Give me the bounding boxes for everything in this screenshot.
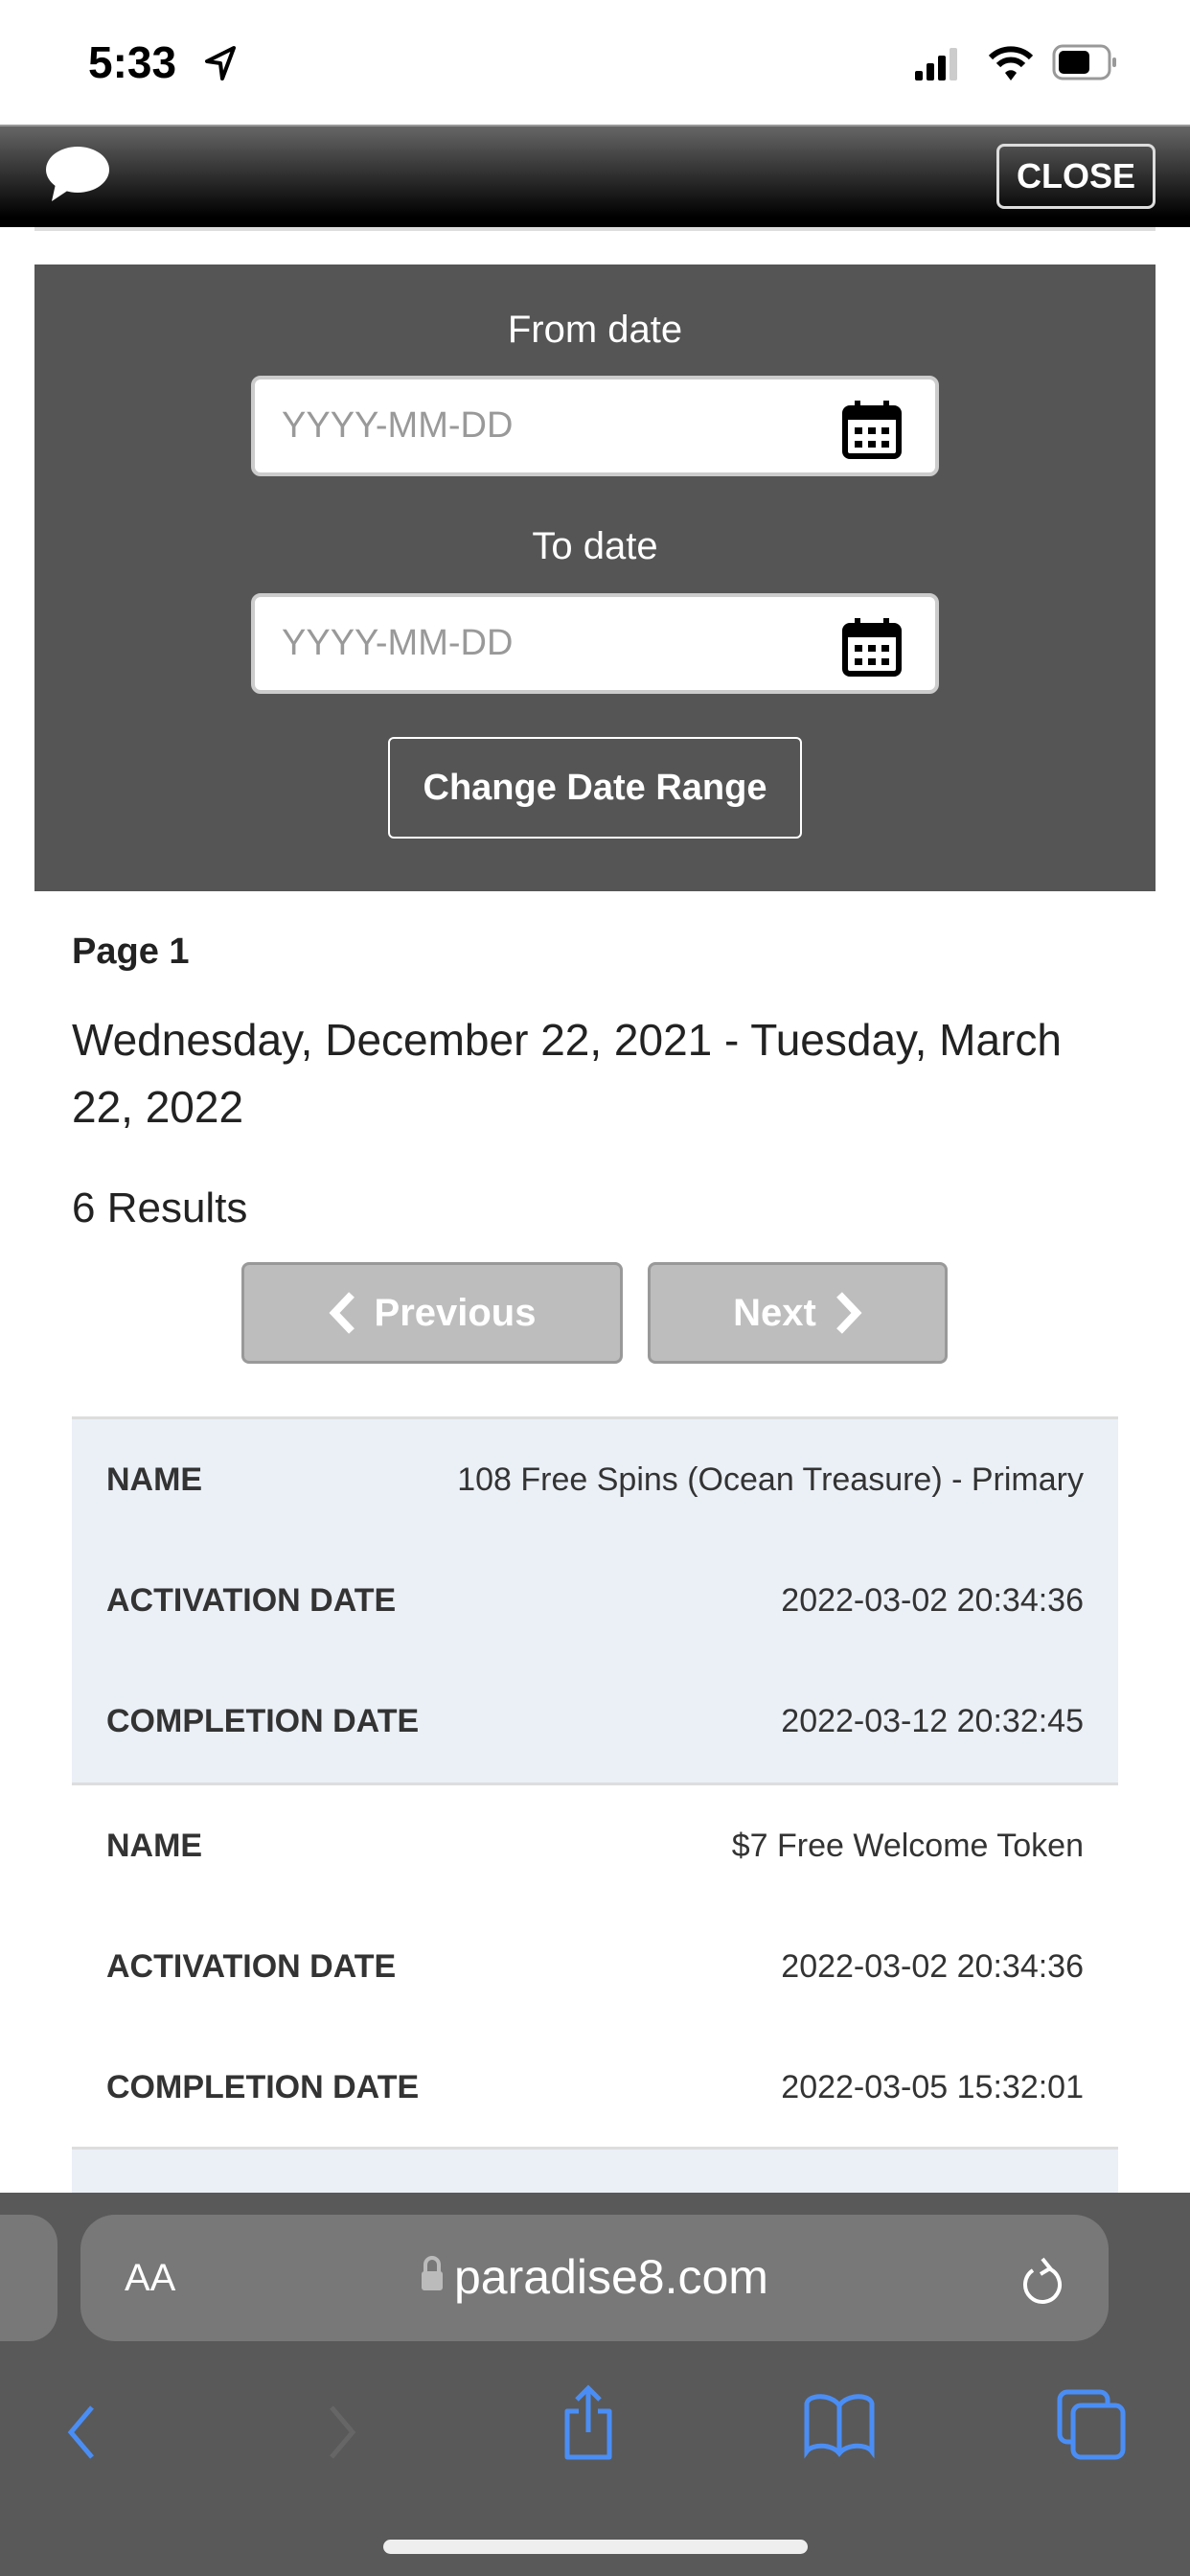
activation-date: 2022-03-02 20:34:36 [781,1581,1084,1619]
next-label: Next [733,1291,816,1334]
from-date-label: From date [507,309,683,351]
text-size-button[interactable]: AA [125,2257,175,2300]
bonus-name: $7 Free Welcome Token [731,1827,1084,1864]
wifi-icon [988,46,1034,80]
clock: 5:33 [88,37,177,87]
forward-icon[interactable] [322,2404,360,2461]
completion-label: COMPLETION DATE [106,1702,420,1739]
lock-icon [422,2256,443,2290]
previous-label: Previous [374,1291,537,1334]
change-date-range-button[interactable]: Change Date Range [388,737,802,839]
completion-label: COMPLETION DATE [106,2068,420,2105]
result-item: NAME 108 Free Spins (Ocean Treasure) - Pr… [72,1416,1118,1782]
to-date-placeholder: YYYY-MM-DD [282,623,514,663]
previous-tab-pill[interactable] [0,2215,57,2341]
completion-date: 2022-03-12 20:32:45 [781,1702,1084,1739]
date-range-text: Wednesday, December 22, 2021 - Tuesday, … [72,1015,1062,1132]
browser-toolbar: AA paradise8.com [0,2193,1190,2576]
date-filter-panel: From date YYYY-MM-DD To date YYYY-MM-DD … [34,264,1156,891]
bonus-name: 108 Free Spins (Ocean Treasure) - Primar… [457,1460,1084,1498]
activation-label: ACTIVATION DATE [106,1947,397,1985]
battery-icon [1052,44,1116,80]
bookmarks-icon[interactable] [803,2392,876,2459]
calendar-icon[interactable] [841,616,903,678]
app-header: CLOSE [0,125,1190,227]
name-label: NAME [106,1827,203,1864]
cellular-signal-icon [915,48,957,80]
address-bar[interactable]: AA paradise8.com [80,2215,1109,2341]
from-date-input[interactable]: YYYY-MM-DD [251,376,939,476]
location-arrow-icon [205,46,236,80]
activation-label: ACTIVATION DATE [106,1581,397,1619]
from-date-placeholder: YYYY-MM-DD [282,405,514,446]
reload-icon[interactable] [1019,2255,1064,2309]
close-button[interactable]: CLOSE [996,144,1156,209]
page-number: Page 1 [72,932,190,972]
to-date-input[interactable]: YYYY-MM-DD [251,593,939,694]
table-row: NAME $7 Free Welcome Token [72,1785,1118,1906]
result-item: NAME $7 Free Welcome Token ACTIVATION DAT… [72,1782,1118,2149]
previous-button[interactable]: Previous [241,1262,623,1364]
table-row: ACTIVATION DATE 2022-03-02 20:34:36 [72,1906,1118,2027]
next-button[interactable]: Next [648,1262,948,1364]
results-count: 6 Results [72,1184,248,1231]
activation-date: 2022-03-02 20:34:36 [781,1947,1084,1985]
to-date-label: To date [532,525,658,567]
calendar-icon[interactable] [841,399,903,460]
divider [34,227,1156,231]
chevron-left-icon [329,1292,355,1334]
back-icon[interactable] [63,2404,102,2461]
chevron-right-icon [835,1292,862,1334]
status-bar: 5:33 [0,0,1190,125]
share-icon[interactable] [560,2384,617,2461]
table-row: ACTIVATION DATE 2022-03-02 20:34:36 [72,1540,1118,1661]
chat-bubble-icon[interactable] [42,144,113,203]
table-row: COMPLETION DATE 2022-03-12 20:32:45 [72,1661,1118,1782]
home-indicator [383,2540,808,2554]
table-row: NAME 108 Free Spins (Ocean Treasure) - Pr… [72,1419,1118,1540]
table-row: COMPLETION DATE 2022-03-05 15:32:01 [72,2027,1118,2148]
name-label: NAME [106,1460,203,1498]
tabs-icon[interactable] [1056,2388,1127,2461]
completion-date: 2022-03-05 15:32:01 [781,2068,1084,2105]
url-text: paradise8.com [454,2250,768,2304]
